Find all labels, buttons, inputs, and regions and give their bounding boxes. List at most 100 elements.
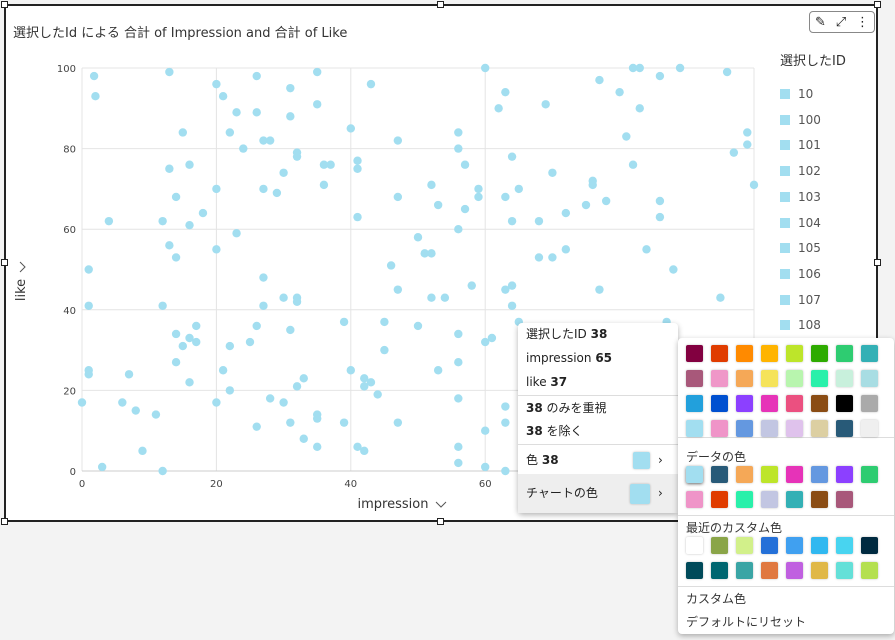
color-swatch[interactable] [811, 370, 828, 387]
color-swatch[interactable] [761, 466, 778, 483]
data-point[interactable] [393, 192, 403, 202]
color-swatch[interactable] [786, 345, 803, 362]
color-swatch[interactable] [836, 370, 853, 387]
data-point[interactable] [507, 152, 517, 161]
color-swatch[interactable] [736, 370, 753, 387]
color-swatch[interactable] [861, 466, 878, 483]
color-swatch[interactable] [811, 537, 828, 554]
data-point[interactable] [185, 160, 194, 169]
color-swatch[interactable] [711, 562, 728, 579]
data-point[interactable] [360, 446, 369, 456]
data-point[interactable] [534, 216, 544, 226]
data-point[interactable] [635, 63, 644, 73]
exclude-item[interactable]: 38 を除く [518, 420, 678, 442]
data-point[interactable] [346, 124, 355, 133]
data-point[interactable] [729, 148, 739, 157]
color-swatch[interactable] [736, 345, 753, 362]
reset-default-item[interactable]: デフォルトにリセット [686, 613, 806, 630]
data-point[interactable] [507, 216, 517, 226]
data-point[interactable] [440, 293, 450, 302]
color-swatch[interactable] [686, 370, 703, 387]
color-swatch[interactable] [836, 345, 853, 362]
data-point[interactable] [124, 370, 134, 379]
data-point[interactable] [272, 188, 282, 198]
data-point[interactable] [165, 164, 174, 173]
data-point[interactable] [373, 390, 382, 399]
data-point[interactable] [427, 249, 436, 258]
data-point[interactable] [501, 466, 510, 476]
color-swatch[interactable] [786, 466, 803, 483]
color-swatch[interactable] [786, 420, 803, 437]
resize-handle[interactable] [874, 259, 881, 266]
data-point[interactable] [413, 321, 423, 331]
data-point[interactable] [212, 184, 221, 194]
data-point[interactable] [454, 458, 463, 468]
data-point[interactable] [460, 160, 470, 169]
data-point[interactable] [386, 261, 396, 270]
data-point[interactable] [427, 293, 436, 302]
data-point[interactable] [561, 245, 571, 254]
data-point[interactable] [514, 184, 523, 194]
data-point[interactable] [561, 208, 571, 218]
data-point[interactable] [97, 462, 107, 472]
data-point[interactable] [722, 67, 732, 77]
data-point[interactable] [655, 212, 665, 222]
data-point[interactable] [185, 333, 194, 343]
color-swatch[interactable] [861, 345, 878, 362]
data-point[interactable] [158, 466, 167, 476]
data-point[interactable] [252, 71, 261, 81]
data-point[interactable] [265, 394, 275, 403]
color-swatch[interactable] [786, 537, 803, 554]
data-point[interactable] [413, 233, 423, 242]
data-point[interactable] [84, 265, 93, 274]
color-swatch[interactable] [711, 466, 728, 483]
data-point[interactable] [474, 192, 483, 202]
color-swatch[interactable] [836, 537, 853, 554]
chart-color-item[interactable]: チャートの色 › [518, 474, 678, 513]
color-swatch[interactable] [811, 562, 828, 579]
data-point[interactable] [77, 398, 87, 407]
color-swatch[interactable] [836, 562, 853, 579]
data-point[interactable] [225, 386, 235, 395]
data-point[interactable] [84, 370, 93, 379]
data-point[interactable] [232, 108, 241, 117]
data-point[interactable] [165, 67, 174, 77]
data-point[interactable] [595, 285, 604, 294]
data-point[interactable] [212, 79, 221, 89]
color-swatch[interactable] [736, 537, 753, 554]
color-swatch[interactable] [686, 537, 703, 554]
color-swatch[interactable] [786, 395, 803, 412]
data-point[interactable] [655, 71, 665, 81]
data-point[interactable] [299, 374, 308, 383]
data-point[interactable] [171, 357, 181, 367]
data-point[interactable] [353, 212, 362, 222]
data-point[interactable] [252, 422, 261, 431]
color-swatch[interactable] [811, 395, 828, 412]
color-swatch[interactable] [686, 395, 703, 412]
data-point[interactable] [501, 192, 510, 202]
data-point[interactable] [279, 168, 288, 177]
color-swatch[interactable] [711, 420, 728, 437]
data-point[interactable] [541, 100, 550, 109]
color-swatch[interactable] [686, 466, 703, 483]
data-point[interactable] [642, 245, 651, 254]
data-point[interactable] [118, 398, 127, 407]
data-point[interactable] [467, 281, 476, 290]
data-point[interactable] [265, 136, 275, 145]
data-point[interactable] [165, 241, 174, 250]
data-point[interactable] [393, 136, 403, 145]
data-point[interactable] [743, 128, 752, 137]
data-point[interactable] [326, 160, 335, 169]
data-point[interactable] [534, 253, 544, 262]
data-point[interactable] [84, 301, 93, 310]
color-swatch[interactable] [786, 370, 803, 387]
data-point[interactable] [218, 366, 228, 375]
color-swatch[interactable] [711, 537, 728, 554]
data-point[interactable] [292, 297, 302, 306]
resize-handle[interactable] [1, 259, 8, 266]
color-swatch[interactable] [836, 466, 853, 483]
data-point[interactable] [393, 285, 403, 294]
resize-handle[interactable] [437, 1, 444, 8]
data-point[interactable] [481, 426, 490, 435]
data-point[interactable] [366, 79, 376, 89]
